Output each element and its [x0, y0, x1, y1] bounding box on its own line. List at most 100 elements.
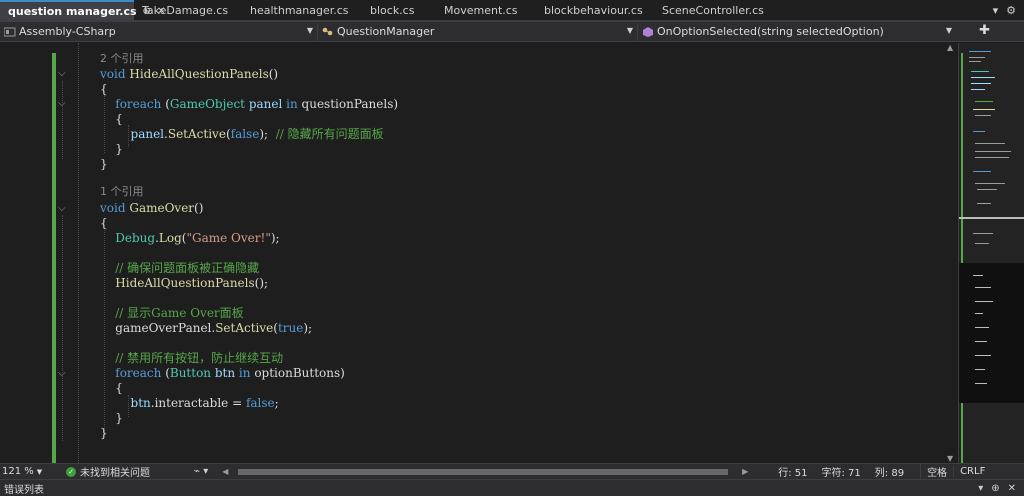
- minimap-code: [975, 369, 985, 370]
- minimap-code: [969, 61, 981, 62]
- code-line: {: [100, 82, 108, 96]
- tab-takedamage[interactable]: TakeDamage.cs: [134, 0, 242, 20]
- tab-label: TakeDamage.cs: [142, 3, 229, 17]
- minimap-code: [975, 243, 989, 244]
- code-line: {: [100, 381, 123, 395]
- minimap-viewport[interactable]: [959, 263, 1024, 403]
- indentation-selector[interactable]: 空格: [920, 464, 953, 479]
- code-line: }: [100, 426, 108, 440]
- tab-overflow-icon[interactable]: ▾: [993, 4, 999, 17]
- scroll-down-icon[interactable]: ▼: [947, 454, 953, 463]
- tab-healthmanager[interactable]: healthmanager.cs: [242, 0, 362, 20]
- minimap-code: [977, 203, 991, 204]
- code-line: void HideAllQuestionPanels(): [100, 67, 279, 81]
- minimap-code: [975, 151, 1011, 152]
- tab-label: healthmanager.cs: [250, 3, 349, 17]
- tab-scenecontroller[interactable]: SceneController.cs: [654, 0, 784, 20]
- code-line: foreach (Button btn in optionButtons): [115, 366, 345, 380]
- fold-icon[interactable]: ⌵: [58, 204, 68, 214]
- close-icon[interactable]: ✕: [1008, 483, 1016, 494]
- csharp-project-icon: [4, 27, 16, 36]
- outline-guide: [62, 81, 63, 159]
- chevron-down-icon[interactable]: ▾: [978, 483, 983, 494]
- settings-gear-icon[interactable]: ⚙: [1006, 4, 1016, 17]
- member-dropdown[interactable]: OnOptionSelected(string selectedOption) …: [638, 23, 956, 41]
- horizontal-scroll-thumb[interactable]: [238, 468, 729, 475]
- fold-icon[interactable]: ⌵: [58, 69, 68, 79]
- minimap-code: [975, 287, 991, 288]
- error-list-panel-header[interactable]: 错误列表 ▾ ⊕ ✕: [0, 479, 1024, 496]
- minimap-code: [975, 301, 993, 302]
- code-line: {: [100, 216, 108, 230]
- code-line: btn.interactable = false;: [130, 396, 279, 410]
- code-line: {: [100, 112, 123, 126]
- minimap-code: [973, 275, 983, 276]
- scroll-up-icon[interactable]: ▲: [947, 43, 953, 52]
- code-editor[interactable]: ⌵ ⌵ ⌵ ⌵ 2 个引用 void HideAllQuestionPanels…: [0, 43, 958, 463]
- code-cleanup-brush-icon[interactable]: ⌁ ▾: [194, 466, 208, 477]
- project-name: Assembly-CSharp: [19, 25, 116, 38]
- cursor-position: 行: 51 字符: 71 列: 89: [778, 464, 904, 479]
- class-name: QuestionManager: [337, 25, 435, 38]
- class-dropdown[interactable]: QuestionManager ▼: [318, 22, 638, 41]
- minimap-code: [975, 341, 987, 342]
- vertical-scrollbar[interactable]: ▲ ▼: [944, 43, 958, 463]
- minimap-code: [975, 313, 983, 314]
- document-tab-bar: question manager.cs ⊕ ✕ TakeDamage.cs he…: [0, 0, 1024, 22]
- chevron-down-icon: ▼: [306, 25, 313, 35]
- minimap-code: [975, 101, 993, 102]
- minimap-code: [973, 131, 985, 132]
- code-comment: // 禁用所有按钮，防止继续互动: [115, 351, 284, 365]
- outline-guide: [62, 215, 63, 441]
- minimap-code: [975, 383, 987, 384]
- minimap-code: [969, 57, 985, 58]
- line-number: 行: 51: [778, 468, 808, 479]
- minimap-code: [977, 189, 997, 190]
- tab-label: Movement.cs: [444, 3, 518, 17]
- panel-title: 错误列表: [4, 484, 44, 496]
- minimap-code: [975, 115, 991, 116]
- minimap-code: [975, 157, 1009, 158]
- code-line: gameOverPanel.SetActive(true);: [100, 321, 313, 335]
- minimap-code: [975, 143, 1005, 144]
- minimap-code: [973, 109, 995, 110]
- code-line: Debug.Log("Game Over!");: [115, 231, 280, 245]
- split-window-icon[interactable]: ✚: [979, 23, 990, 38]
- minimap-code: [973, 171, 991, 172]
- line-ending-selector[interactable]: CRLF: [953, 466, 991, 477]
- change-indicator: [52, 53, 56, 463]
- tab-blockbehaviour[interactable]: blockbehaviour.cs: [536, 0, 654, 20]
- tab-label: block.cs: [370, 3, 415, 17]
- panel-tools: ▾ ⊕ ✕: [978, 483, 1024, 494]
- chevron-down-icon: ▼: [36, 467, 43, 476]
- code-line: foreach (GameObject panel in questionPan…: [115, 97, 399, 111]
- zoom-dropdown[interactable]: 121 % ▼: [0, 466, 44, 477]
- project-dropdown[interactable]: Assembly-CSharp ▼: [0, 22, 318, 41]
- code-line: }: [100, 142, 123, 156]
- code-line: // 禁用所有按钮，防止继续互动: [100, 350, 283, 366]
- code-line: // 确保问题面板被正确隐藏: [100, 260, 259, 276]
- code-minimap[interactable]: [958, 43, 1024, 463]
- pin-icon[interactable]: ⊕: [991, 483, 999, 494]
- indent-guide: [78, 43, 79, 463]
- fold-icon[interactable]: ⌵: [58, 99, 68, 109]
- code-line: HideAllQuestionPanels();: [115, 276, 269, 290]
- zoom-level: 121 %: [2, 466, 34, 477]
- code-lens-references[interactable]: 1 个引用: [100, 184, 144, 200]
- tab-label: SceneController.cs: [662, 3, 764, 17]
- navigation-bar: Assembly-CSharp ▼ QuestionManager ▼ OnOp…: [0, 22, 1024, 42]
- minimap-code: [975, 327, 989, 328]
- fold-icon[interactable]: ⌵: [58, 369, 68, 379]
- code-lens-references[interactable]: 2 个引用: [100, 51, 144, 67]
- tab-bar-tools: ▾ ⚙: [993, 0, 1024, 20]
- tab-question-manager[interactable]: question manager.cs ⊕ ✕: [0, 0, 165, 20]
- scroll-right-icon[interactable]: ▶: [742, 467, 748, 476]
- tab-label: blockbehaviour.cs: [544, 3, 643, 17]
- chevron-down-icon: ▼: [626, 25, 633, 35]
- tab-block[interactable]: block.cs: [362, 0, 436, 20]
- tab-movement[interactable]: Movement.cs: [436, 0, 536, 20]
- scroll-left-icon[interactable]: ◀: [222, 467, 228, 476]
- horizontal-scrollbar[interactable]: ◀ ▶: [222, 467, 748, 477]
- issues-indicator[interactable]: ✓ 未找到相关问题: [66, 464, 150, 479]
- issues-text: 未找到相关问题: [80, 468, 150, 479]
